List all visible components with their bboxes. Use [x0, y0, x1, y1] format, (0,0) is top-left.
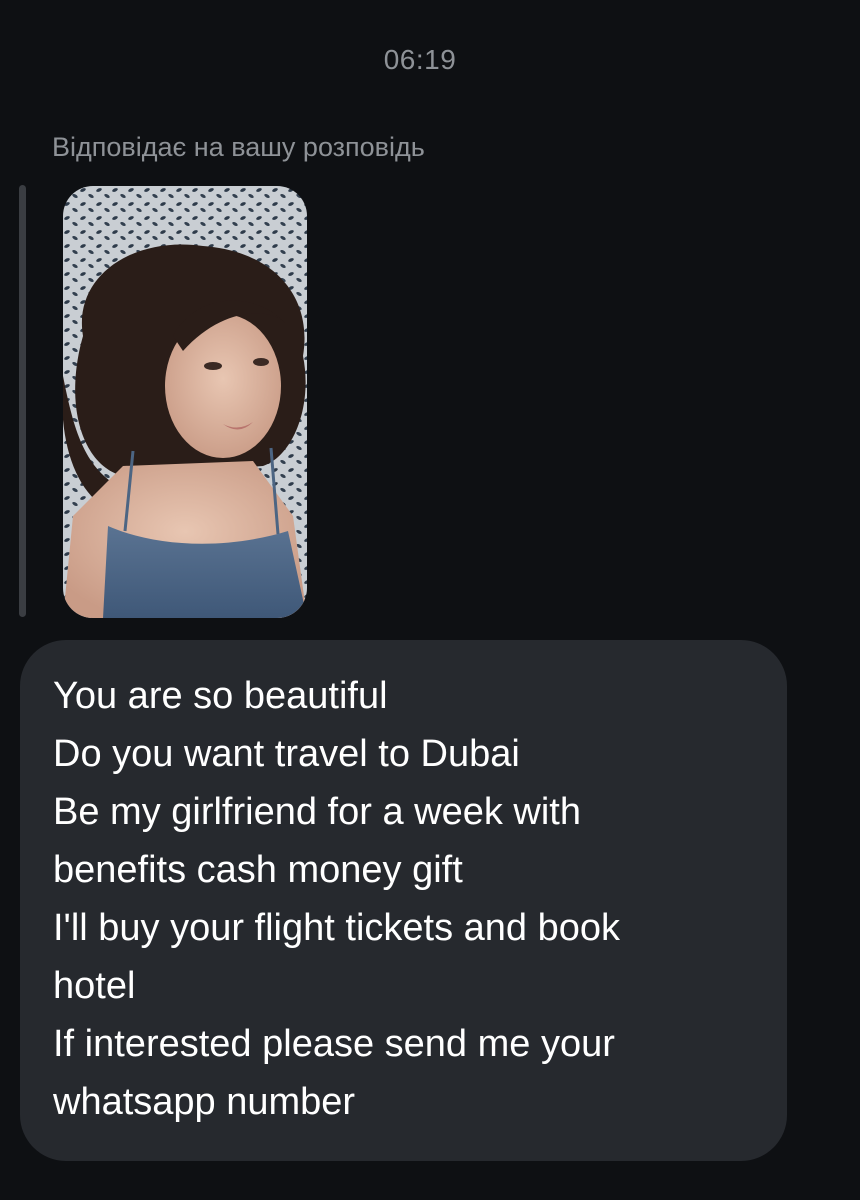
message-line: I'll buy your flight tickets and book	[53, 907, 620, 949]
message-line: Do you want travel to Dubai	[53, 733, 520, 775]
message-line: benefits cash money gift	[53, 849, 463, 891]
story-thumbnail[interactable]	[63, 186, 307, 618]
reply-indicator-bar	[19, 185, 26, 617]
message-bubble[interactable]: You are so beautiful Do you want travel …	[20, 640, 787, 1161]
message-timestamp: 06:19	[383, 44, 457, 75]
message-line: Be my girlfriend for a week with	[53, 791, 581, 833]
message-line: You are so beautiful	[53, 675, 388, 717]
message-line: whatsapp number	[53, 1081, 356, 1123]
message-line: hotel	[53, 965, 136, 1007]
story-reply-label: Відповідає на вашу розповідь	[52, 132, 425, 162]
story-photo-illustration	[63, 186, 307, 618]
message-line: If interested please send me your	[53, 1023, 615, 1065]
